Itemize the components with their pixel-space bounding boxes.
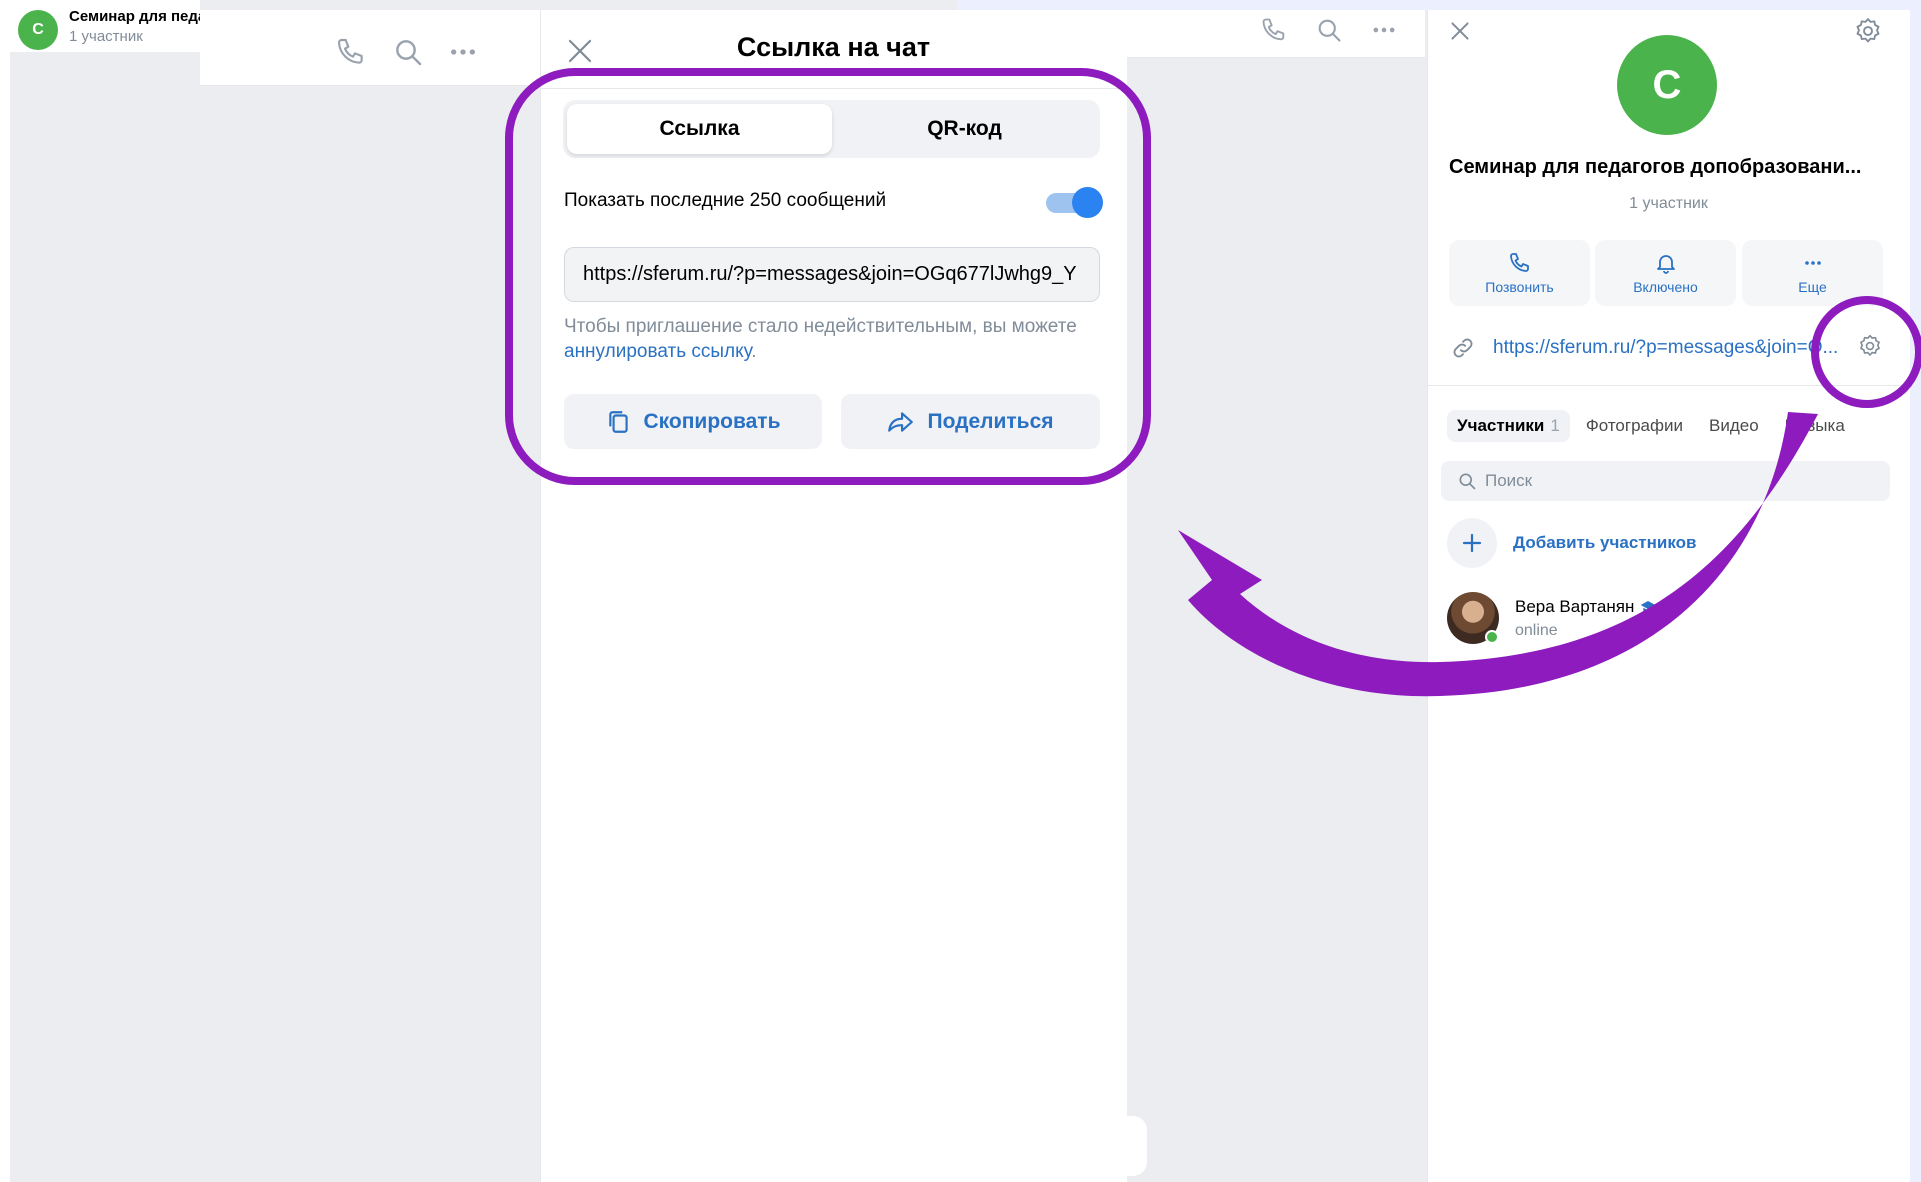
panel-title: Семинар для педагогов допобразовани... (1449, 156, 1862, 178)
modal-title: Ссылка на чат (736, 32, 931, 62)
member-row[interactable]: Вера Вартанян online (1447, 592, 1677, 644)
call-button[interactable]: Позвонить (1449, 240, 1590, 306)
add-members-button[interactable]: Добавить участников (1447, 518, 1696, 568)
modal-edge (1110, 1116, 1147, 1176)
tab-members-label: Участники (1457, 416, 1545, 435)
online-indicator (1485, 630, 1499, 644)
more-icon[interactable] (447, 36, 479, 68)
tab-video[interactable]: Видео (1699, 410, 1769, 442)
phone-icon (1508, 251, 1532, 275)
search-placeholder: Поиск (1485, 471, 1533, 490)
star-icon (1662, 599, 1677, 614)
more-icon[interactable] (1370, 16, 1398, 44)
highlight-frame (505, 68, 1151, 485)
tab-music[interactable]: Музыка (1775, 410, 1855, 442)
close-icon[interactable] (1447, 18, 1473, 44)
member-avatar (1447, 592, 1499, 644)
slide-background-right (1910, 0, 1921, 1182)
phone-icon[interactable] (335, 36, 367, 68)
panel-tabs: Участники 1 Фотографии Видео Музыка (1447, 408, 1855, 444)
chat-toolbar (200, 10, 540, 86)
member-status: online (1515, 621, 1558, 639)
call-label: Позвонить (1485, 279, 1554, 295)
panel-invite-link[interactable]: https://sferum.ru/?p=messages&join=O... (1493, 337, 1848, 359)
link-icon (1450, 335, 1476, 361)
notifications-button[interactable]: Включено (1595, 240, 1736, 306)
more-label: Еще (1798, 279, 1827, 295)
chat-avatar[interactable]: С (18, 10, 58, 50)
tab-members[interactable]: Участники 1 (1447, 410, 1570, 442)
chat-toolbar-secondary (1125, 10, 1425, 58)
chat-title[interactable]: Семинар для педагогов допобразования (69, 8, 200, 25)
member-search-input[interactable]: Поиск (1441, 461, 1890, 501)
more-icon (1801, 251, 1825, 275)
search-icon (1457, 471, 1477, 491)
add-members-label: Добавить участников (1513, 533, 1697, 552)
tab-members-count: 1 (1550, 416, 1560, 435)
tab-photos[interactable]: Фотографии (1576, 410, 1693, 442)
graduation-cap-icon (1640, 600, 1656, 614)
bell-icon (1654, 251, 1678, 275)
member-info: Вера Вартанян online (1515, 597, 1677, 640)
panel-subtitle: 1 участник (1629, 195, 1708, 212)
member-name-row: Вера Вартанян (1515, 597, 1677, 617)
plus-icon (1447, 518, 1497, 568)
chat-subtitle: 1 участник (69, 28, 143, 45)
phone-icon[interactable] (1260, 16, 1288, 44)
search-icon[interactable] (1315, 16, 1343, 44)
notifications-label: Включено (1633, 279, 1698, 295)
highlight-circle (1811, 296, 1921, 408)
slide-background-top (957, 0, 1921, 10)
gear-icon[interactable] (1853, 16, 1883, 46)
panel-avatar: С (1617, 35, 1717, 135)
member-name: Вера Вартанян (1515, 596, 1635, 616)
search-icon[interactable] (392, 36, 424, 68)
